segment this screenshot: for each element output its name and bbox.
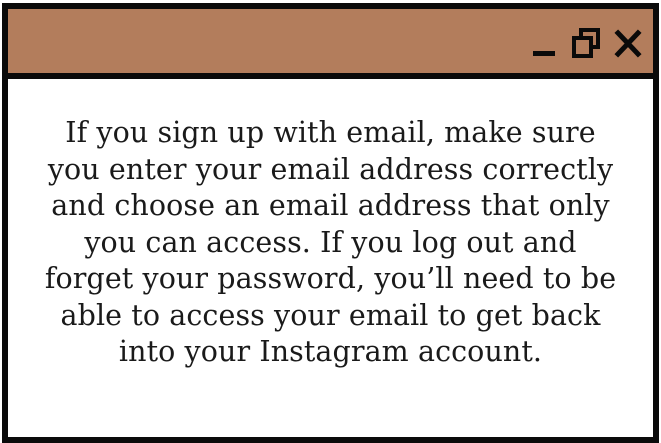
message-line: If you sign up with email, make sure (65, 116, 596, 149)
message-line: you can access. If you log out and (84, 225, 577, 259)
message-line: into your Instagram account. (118, 335, 543, 368)
message-line: you enter your email address correctly (47, 152, 614, 186)
message-line: forget your password, you’ll need to be (44, 262, 617, 295)
message-line: able to access your email to get back (60, 298, 601, 332)
message-line: and choose an email address that only (51, 189, 610, 222)
info-message: If you sign up with email, make sure you… (31, 115, 631, 371)
maximize-button[interactable] (571, 26, 601, 60)
minimize-button[interactable] (529, 26, 559, 60)
close-icon (614, 29, 642, 58)
close-button[interactable] (613, 26, 643, 60)
minimize-icon (533, 51, 555, 56)
window-content: If you sign up with email, make sure you… (8, 79, 653, 419)
title-bar[interactable] (8, 9, 653, 79)
window-controls (529, 25, 643, 61)
restore-icon (572, 28, 600, 58)
app-window: If you sign up with email, make sure you… (2, 3, 659, 443)
